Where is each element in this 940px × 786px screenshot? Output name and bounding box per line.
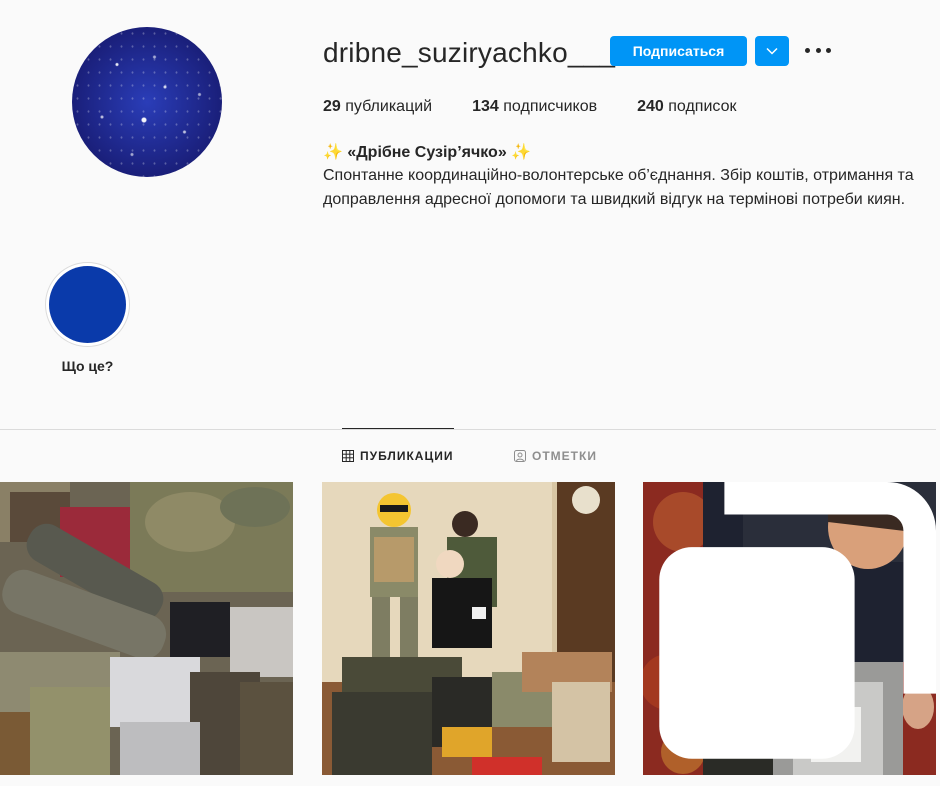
tab-tagged[interactable]: ОТМЕТКИ [514,449,597,463]
tagged-icon [514,450,526,462]
story-highlight[interactable] [45,262,130,347]
post-image [322,482,615,775]
suggested-dropdown-button[interactable] [755,36,789,66]
following-count[interactable]: 240 подписок [637,98,736,116]
follow-button[interactable]: Подписаться [610,36,747,66]
profile-avatar[interactable] [72,27,222,177]
followers-count[interactable]: 134 подписчиков [472,98,597,116]
profile-page: dribne_suziryachko___ Подписаться 29 пуб… [0,0,940,786]
post-thumbnail[interactable] [0,482,293,775]
profile-stats: 29 публикаций 134 подписчиков 240 подпис… [323,98,776,116]
bio-title: ✨ «Дрібне Сузір’ячко» ✨ [323,144,532,161]
more-options-button[interactable] [805,40,831,60]
highlight-cover [49,266,126,343]
tabs-divider [0,429,936,430]
grid-icon [342,450,354,462]
chevron-down-icon [766,47,778,55]
multiple-photos-icon [659,482,936,759]
highlight-label: Що це? [61,358,114,374]
profile-username: dribne_suziryachko___ [323,37,616,68]
active-tab-indicator [342,428,454,429]
tab-posts[interactable]: ПУБЛИКАЦИИ [342,449,453,463]
post-thumbnail[interactable] [322,482,615,775]
post-thumbnail[interactable] [643,482,936,775]
posts-count: 29 публикаций [323,98,433,115]
more-dots-icon [805,47,810,53]
post-image [0,482,293,775]
bio-text: Спонтанне координаційно-волонтерське об’… [323,167,914,208]
